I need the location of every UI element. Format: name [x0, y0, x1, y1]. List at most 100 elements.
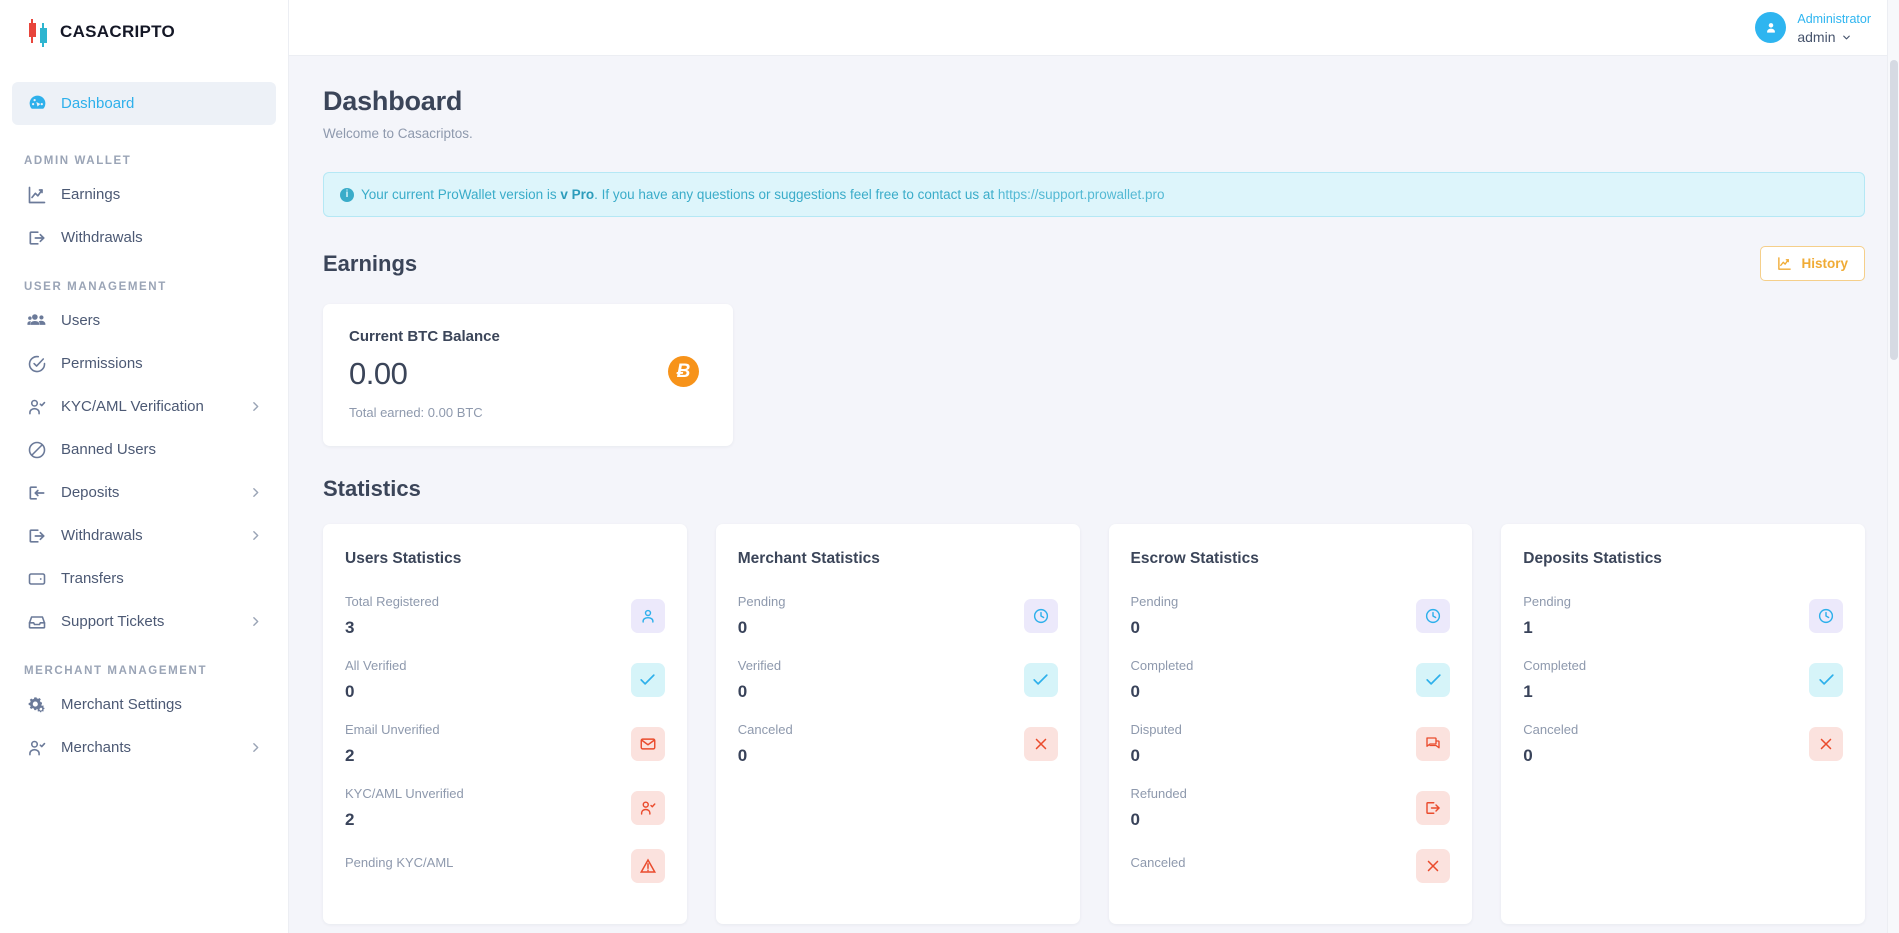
chat-bubbles-icon: [1416, 726, 1451, 761]
user-check-icon: [26, 396, 48, 418]
page-content: Dashboard Welcome to Casacriptos. i Your…: [289, 56, 1899, 933]
sidebar-item-label: Merchants: [61, 739, 132, 756]
stat-row: Completed 1: [1523, 648, 1843, 712]
chart-line-up-icon: [26, 184, 48, 206]
sidebar-item-label: Withdrawals: [61, 229, 143, 246]
sidebar-item-kyc-aml-verification[interactable]: KYC/AML Verification: [12, 385, 276, 428]
stat-row: Completed 0: [1131, 648, 1451, 712]
stat-text: Pending 1: [1523, 593, 1571, 638]
sidebar-item-label: Dashboard: [61, 95, 135, 112]
stat-text: All Verified 0: [345, 657, 406, 702]
sidebar-item-withdrawals-wallet[interactable]: Withdrawals: [12, 216, 276, 259]
stat-label: Canceled: [1523, 722, 1579, 737]
chevron-down-icon[interactable]: [1841, 32, 1852, 43]
stat-label: Pending KYC/AML: [345, 854, 454, 870]
stat-value: 2: [345, 746, 355, 765]
sidebar-item-label: Users: [61, 312, 101, 329]
support-link[interactable]: https://support.prowallet.pro: [998, 187, 1165, 202]
app-root: CASACRIPTO Dashboard ADMIN WALLET Earnin…: [0, 0, 1899, 933]
stat-card-deposits: Deposits Statistics Pending 1 Completed: [1501, 524, 1865, 924]
x-icon: [1023, 726, 1058, 761]
stat-text: Refunded 0: [1131, 785, 1187, 830]
user-menu[interactable]: Administrator admin: [1755, 9, 1871, 47]
stat-card-title: Deposits Statistics: [1523, 550, 1662, 567]
stat-row: Verified 0: [738, 648, 1058, 712]
stat-label: Total Registered: [345, 594, 439, 609]
sidebar-item-permissions[interactable]: Permissions: [12, 342, 276, 385]
stat-label: KYC/AML Unverified: [345, 786, 464, 801]
clock-icon: [1809, 598, 1843, 633]
history-button[interactable]: History: [1760, 246, 1865, 281]
candlestick-logo-icon: [26, 17, 52, 47]
stat-row: Pending 1: [1523, 584, 1843, 648]
stat-label: Canceled: [737, 722, 793, 737]
sidebar-item-support-tickets[interactable]: Support Tickets: [12, 600, 276, 643]
stat-value: 0: [1130, 810, 1140, 829]
sidebar-item-label: Deposits: [61, 484, 120, 501]
stat-card-title: Users Statistics: [345, 550, 462, 567]
stat-value: 0: [737, 618, 748, 637]
stat-value: 0: [1523, 746, 1533, 765]
balance-info: Current BTC Balance 0.00 Total earned: 0…: [349, 328, 500, 420]
stat-value: 1: [1523, 618, 1533, 637]
btc-balance-card: Current BTC Balance 0.00 Total earned: 0…: [323, 304, 733, 446]
sidebar-item-transfers[interactable]: Transfers: [12, 557, 276, 600]
brand-name: CASACRIPTO: [60, 22, 176, 41]
nav-group-main: Dashboard: [0, 82, 288, 125]
avatar: [1755, 12, 1787, 43]
stat-value: 0: [345, 682, 355, 701]
stat-label: Verified: [737, 658, 782, 673]
sidebar-item-deposits[interactable]: Deposits: [12, 471, 276, 514]
bitcoin-icon: Ƀ: [668, 356, 699, 387]
page-scrollbar[interactable]: [1887, 0, 1899, 933]
x-icon: [1416, 849, 1451, 883]
stat-label: Completed: [1523, 658, 1587, 673]
sidebar-item-withdrawals-user[interactable]: Withdrawals: [12, 514, 276, 557]
alert-text-before: Your current ProWallet version is: [361, 187, 557, 202]
stat-label: Email Unverified: [345, 722, 440, 737]
ban-icon: [26, 439, 48, 461]
stat-value: 0: [1130, 746, 1140, 765]
nav-group-admin-wallet: ADMIN WALLET Earnings Withdrawals: [0, 155, 288, 259]
dashboard-gauge-icon: [26, 93, 48, 115]
sidebar-item-earnings[interactable]: Earnings: [12, 173, 276, 216]
stat-label: Pending: [737, 594, 786, 609]
sidebar-item-users[interactable]: Users: [12, 299, 276, 342]
stat-value: 0: [1130, 682, 1140, 701]
main-area: Administrator admin Dashboard Welcome to…: [289, 0, 1899, 933]
brand-logo[interactable]: CASACRIPTO: [0, 0, 288, 64]
sidebar-item-merchant-settings[interactable]: Merchant Settings: [12, 683, 276, 726]
sidebar-item-dashboard[interactable]: Dashboard: [12, 82, 276, 125]
sidebar-item-label: Withdrawals: [61, 527, 143, 544]
sidebar-item-label: Merchant Settings: [61, 696, 182, 713]
stat-label: All Verified: [345, 658, 407, 673]
stat-row: Total Registered 3: [345, 584, 665, 648]
stat-value: 0: [1130, 618, 1140, 637]
user-name-row: admin: [1797, 29, 1871, 47]
nav-group-label: ADMIN WALLET: [24, 155, 132, 167]
stat-row: Canceled 0: [1523, 712, 1843, 776]
stat-card-title: Merchant Statistics: [737, 550, 880, 567]
balance-note: Total earned: 0.00 BTC: [349, 405, 483, 420]
sidebar-item-label: KYC/AML Verification: [61, 398, 204, 415]
stat-value: 1: [1523, 682, 1533, 701]
page-title: Dashboard: [323, 86, 463, 116]
stat-row: Canceled: [1131, 840, 1451, 893]
stat-value: 0: [737, 746, 748, 765]
wallet-icon: [26, 568, 48, 590]
scrollbar-thumb[interactable]: [1890, 60, 1898, 360]
sidebar-item-merchants[interactable]: Merchants: [12, 726, 276, 769]
alert-text-after: . If you have any questions or suggestio…: [594, 187, 995, 202]
user-check-icon: [630, 790, 665, 825]
stat-row: Pending 0: [1131, 584, 1451, 648]
sidebar-item-banned-users[interactable]: Banned Users: [12, 428, 276, 471]
alert-text: Your current ProWallet version is v Pro.…: [361, 187, 1164, 202]
chevron-right-icon: [249, 400, 262, 413]
sidebar-item-label: Transfers: [61, 570, 124, 587]
stat-label: Canceled: [1130, 854, 1186, 870]
stat-card-users: Users Statistics Total Registered 3 All …: [323, 524, 687, 924]
user-name: admin: [1797, 28, 1836, 45]
chevron-right-icon: [249, 529, 262, 542]
stat-text: Pending 0: [1131, 593, 1179, 638]
users-group-icon: [26, 310, 48, 332]
